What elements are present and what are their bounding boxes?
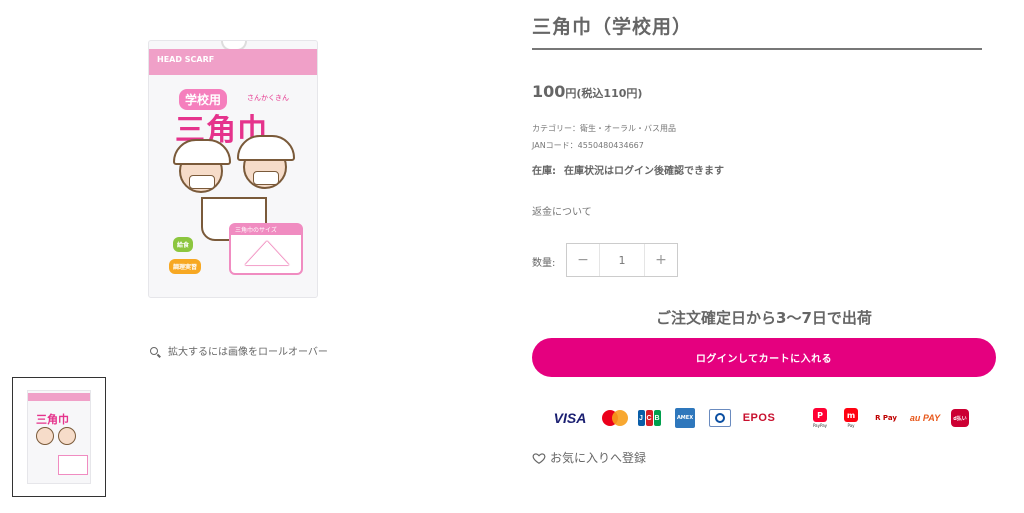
product-category: カテゴリー：衛生・オーラル・バス用品 xyxy=(532,124,676,133)
child-illustration-right xyxy=(237,135,295,189)
paypay-icon: P PayPay xyxy=(808,406,832,430)
refund-link[interactable]: 返金について xyxy=(532,203,592,218)
product-price: 100円(税込110円) xyxy=(532,82,642,101)
mastercard-icon xyxy=(602,406,628,430)
package-subtitle: さんかくきん xyxy=(247,94,289,102)
quantity-decrement-button[interactable]: − xyxy=(567,244,599,276)
visa-icon: VISA xyxy=(553,410,587,426)
size-box-label: 三角巾のサイズ xyxy=(231,225,301,235)
merpay-icon: m Pay xyxy=(840,406,862,430)
heart-icon xyxy=(532,452,546,464)
favorite-label: お気に入りへ登録 xyxy=(550,451,647,465)
product-main-image[interactable]: HEAD SCARF 学校用 さんかくきん 三角巾 給食 調理実習 三角巾のサイ… xyxy=(148,40,318,298)
quantity-increment-button[interactable]: + xyxy=(645,244,677,276)
favorite-button[interactable]: お気に入りへ登録 xyxy=(532,449,646,466)
thumbnail-title: 三角巾 xyxy=(36,413,69,426)
stock-status: 在庫: 在庫状況はログイン後確認できます xyxy=(532,162,724,177)
epos-icon: EPOS xyxy=(742,412,776,424)
package-illustration: HEAD SCARF 学校用 さんかくきん 三角巾 給食 調理実習 三角巾のサイ… xyxy=(148,40,318,298)
product-jan-code: JANコード：4550480434667 xyxy=(532,141,644,150)
thumbnail-image[interactable]: 三角巾 xyxy=(12,377,106,497)
zoom-hint: 拡大するには画像をロールオーバー xyxy=(150,343,328,358)
amex-icon: AMEX xyxy=(674,406,696,430)
quantity-input[interactable]: 1 xyxy=(599,244,645,276)
package-chip-cooking: 調理実習 xyxy=(169,259,202,274)
product-title: 三角巾（学校用） xyxy=(532,16,693,38)
au-pay-icon: au PAY xyxy=(909,413,941,423)
quantity-stepper: − 1 + xyxy=(566,243,678,277)
search-icon xyxy=(150,346,158,355)
package-band: HEAD SCARF xyxy=(149,49,317,75)
stock-value: 在庫状況はログイン後確認できます xyxy=(564,166,724,177)
price-unit: 円 xyxy=(565,87,577,100)
stock-label: 在庫: xyxy=(532,166,556,177)
price-value: 100 xyxy=(532,82,566,101)
quantity-label: 数量: xyxy=(532,258,556,269)
zoom-hint-text: 拡大するには画像をロールオーバー xyxy=(168,347,328,358)
package-band-text: HEAD SCARF xyxy=(157,55,215,64)
price-tax: (税込110円) xyxy=(576,87,643,100)
package-chip-lunch: 給食 xyxy=(173,237,194,252)
triangle-icon xyxy=(245,241,289,265)
d-barai-icon: d払い xyxy=(950,406,970,430)
jcb-icon: J C B xyxy=(637,406,661,430)
add-to-cart-button[interactable]: ログインしてカートに入れる xyxy=(532,338,996,377)
package-size-box: 三角巾のサイズ xyxy=(229,223,303,275)
diners-club-icon xyxy=(708,406,732,430)
title-divider xyxy=(532,48,982,50)
shipping-note: ご注文確定日から3〜7日で出荷 xyxy=(656,309,872,327)
rakuten-pay-icon: R Pay xyxy=(875,414,897,422)
child-illustration-left xyxy=(173,139,231,193)
thumbnail-package: 三角巾 xyxy=(27,390,91,484)
